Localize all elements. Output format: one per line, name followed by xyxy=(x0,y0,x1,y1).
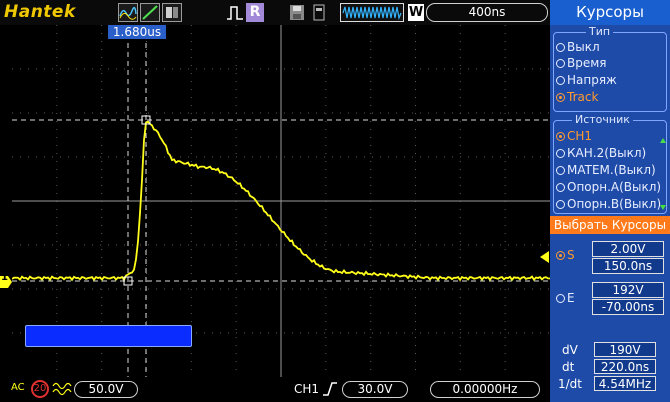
dv-value: 190V xyxy=(594,342,656,357)
radio-selected-icon xyxy=(556,93,565,102)
top-toolbar: Hantek R W 400ns xyxy=(0,0,550,25)
inv-dt-value: 4.54MHz xyxy=(594,376,656,391)
radio-icon xyxy=(556,183,565,192)
ac-coupling-icon[interactable]: AC xyxy=(10,380,30,398)
status-bar: AC 20 50.0V CH1 30.0V 0.00000Hz xyxy=(0,377,550,402)
radio-icon xyxy=(556,59,565,68)
ch1-marker-label: 1 xyxy=(1,272,8,283)
radio-icon xyxy=(556,294,565,303)
usb-icon[interactable] xyxy=(310,3,328,22)
cursor-type-options: Выкл Время Напряж Track xyxy=(556,40,666,105)
source-options: CH1 КАН.2(Выкл) MATEM.(Выкл) Опорн.А(Вык… xyxy=(556,129,668,212)
invert-icon[interactable] xyxy=(52,381,72,397)
bw-limit-icon[interactable]: 20 xyxy=(31,380,49,398)
cursor-type-label: Тип xyxy=(586,25,614,38)
timebase-value[interactable]: 400ns xyxy=(426,3,548,22)
brand-logo: Hantek xyxy=(4,2,76,22)
source-option-ref-b[interactable]: Опорн.В(Выкл) xyxy=(556,197,668,212)
scroll-down-arrow-icon[interactable] xyxy=(660,205,666,210)
ch1-ground-marker[interactable]: 1 xyxy=(0,272,12,288)
radio-icon xyxy=(556,149,565,158)
cursor-s-selector[interactable]: S xyxy=(556,248,575,262)
cursor-e-time: -70.00ns xyxy=(592,299,664,315)
radio-selected-icon xyxy=(556,251,565,260)
type-option-track[interactable]: Track xyxy=(556,90,666,105)
source-label: Источник xyxy=(572,113,633,126)
dt-label: dt xyxy=(562,360,575,374)
bw-limit-label: 20 xyxy=(33,383,47,394)
radio-icon xyxy=(556,76,565,85)
dt-value: 220.0ns xyxy=(594,359,656,374)
radio-icon xyxy=(556,200,565,209)
source-option-ch1[interactable]: CH1 xyxy=(556,129,668,144)
type-option-off[interactable]: Выкл xyxy=(556,40,666,55)
type-option-voltage[interactable]: Напряж xyxy=(556,73,666,88)
time-cursor-readout: 1.680us xyxy=(108,25,166,39)
persist-wave-icon[interactable] xyxy=(162,3,182,22)
pulse-icon[interactable] xyxy=(226,3,244,22)
radio-icon xyxy=(556,43,565,52)
ch1-volts-div[interactable]: 50.0V xyxy=(74,381,138,398)
source-option-ch2[interactable]: КАН.2(Выкл) xyxy=(556,146,668,161)
overlay-message-box xyxy=(25,325,192,347)
save-icon[interactable] xyxy=(288,3,306,22)
run-mode-r-icon[interactable]: R xyxy=(246,3,264,22)
radio-selected-icon xyxy=(556,132,565,141)
cursor-menu: Курсоры Тип Выкл Время Напряж Track Исто… xyxy=(550,0,670,402)
normal-wave-icon[interactable] xyxy=(118,3,138,22)
cursor-e-selector[interactable]: E xyxy=(556,291,575,305)
cursor-s-voltage: 2.00V xyxy=(592,241,664,257)
window-label: W xyxy=(408,4,424,21)
vector-wave-icon[interactable] xyxy=(140,3,160,22)
rising-edge-icon[interactable] xyxy=(322,381,338,397)
frequency-readout: 0.00000Hz xyxy=(430,381,540,398)
trigger-level-marker[interactable] xyxy=(540,251,549,263)
memory-wave-icon xyxy=(340,3,404,22)
cursor-e-voltage: 192V xyxy=(592,282,664,298)
coupling-label: AC xyxy=(11,382,25,393)
trigger-level[interactable]: 30.0V xyxy=(342,381,408,398)
radio-icon xyxy=(556,166,565,175)
trigger-source: CH1 xyxy=(294,382,320,396)
source-option-math[interactable]: MATEM.(Выкл) xyxy=(556,163,668,178)
scroll-up-arrow-icon[interactable] xyxy=(660,138,666,143)
source-option-ref-a[interactable]: Опорн.А(Выкл) xyxy=(556,180,668,195)
cursor-s-time: 150.0ns xyxy=(592,258,664,274)
inv-dt-label: 1/dt xyxy=(558,377,582,391)
menu-title: Курсоры xyxy=(550,0,670,25)
select-cursor-button[interactable]: Выбрать Курсоры xyxy=(550,216,670,234)
type-option-time[interactable]: Время xyxy=(556,56,666,71)
dv-label: dV xyxy=(562,343,578,357)
